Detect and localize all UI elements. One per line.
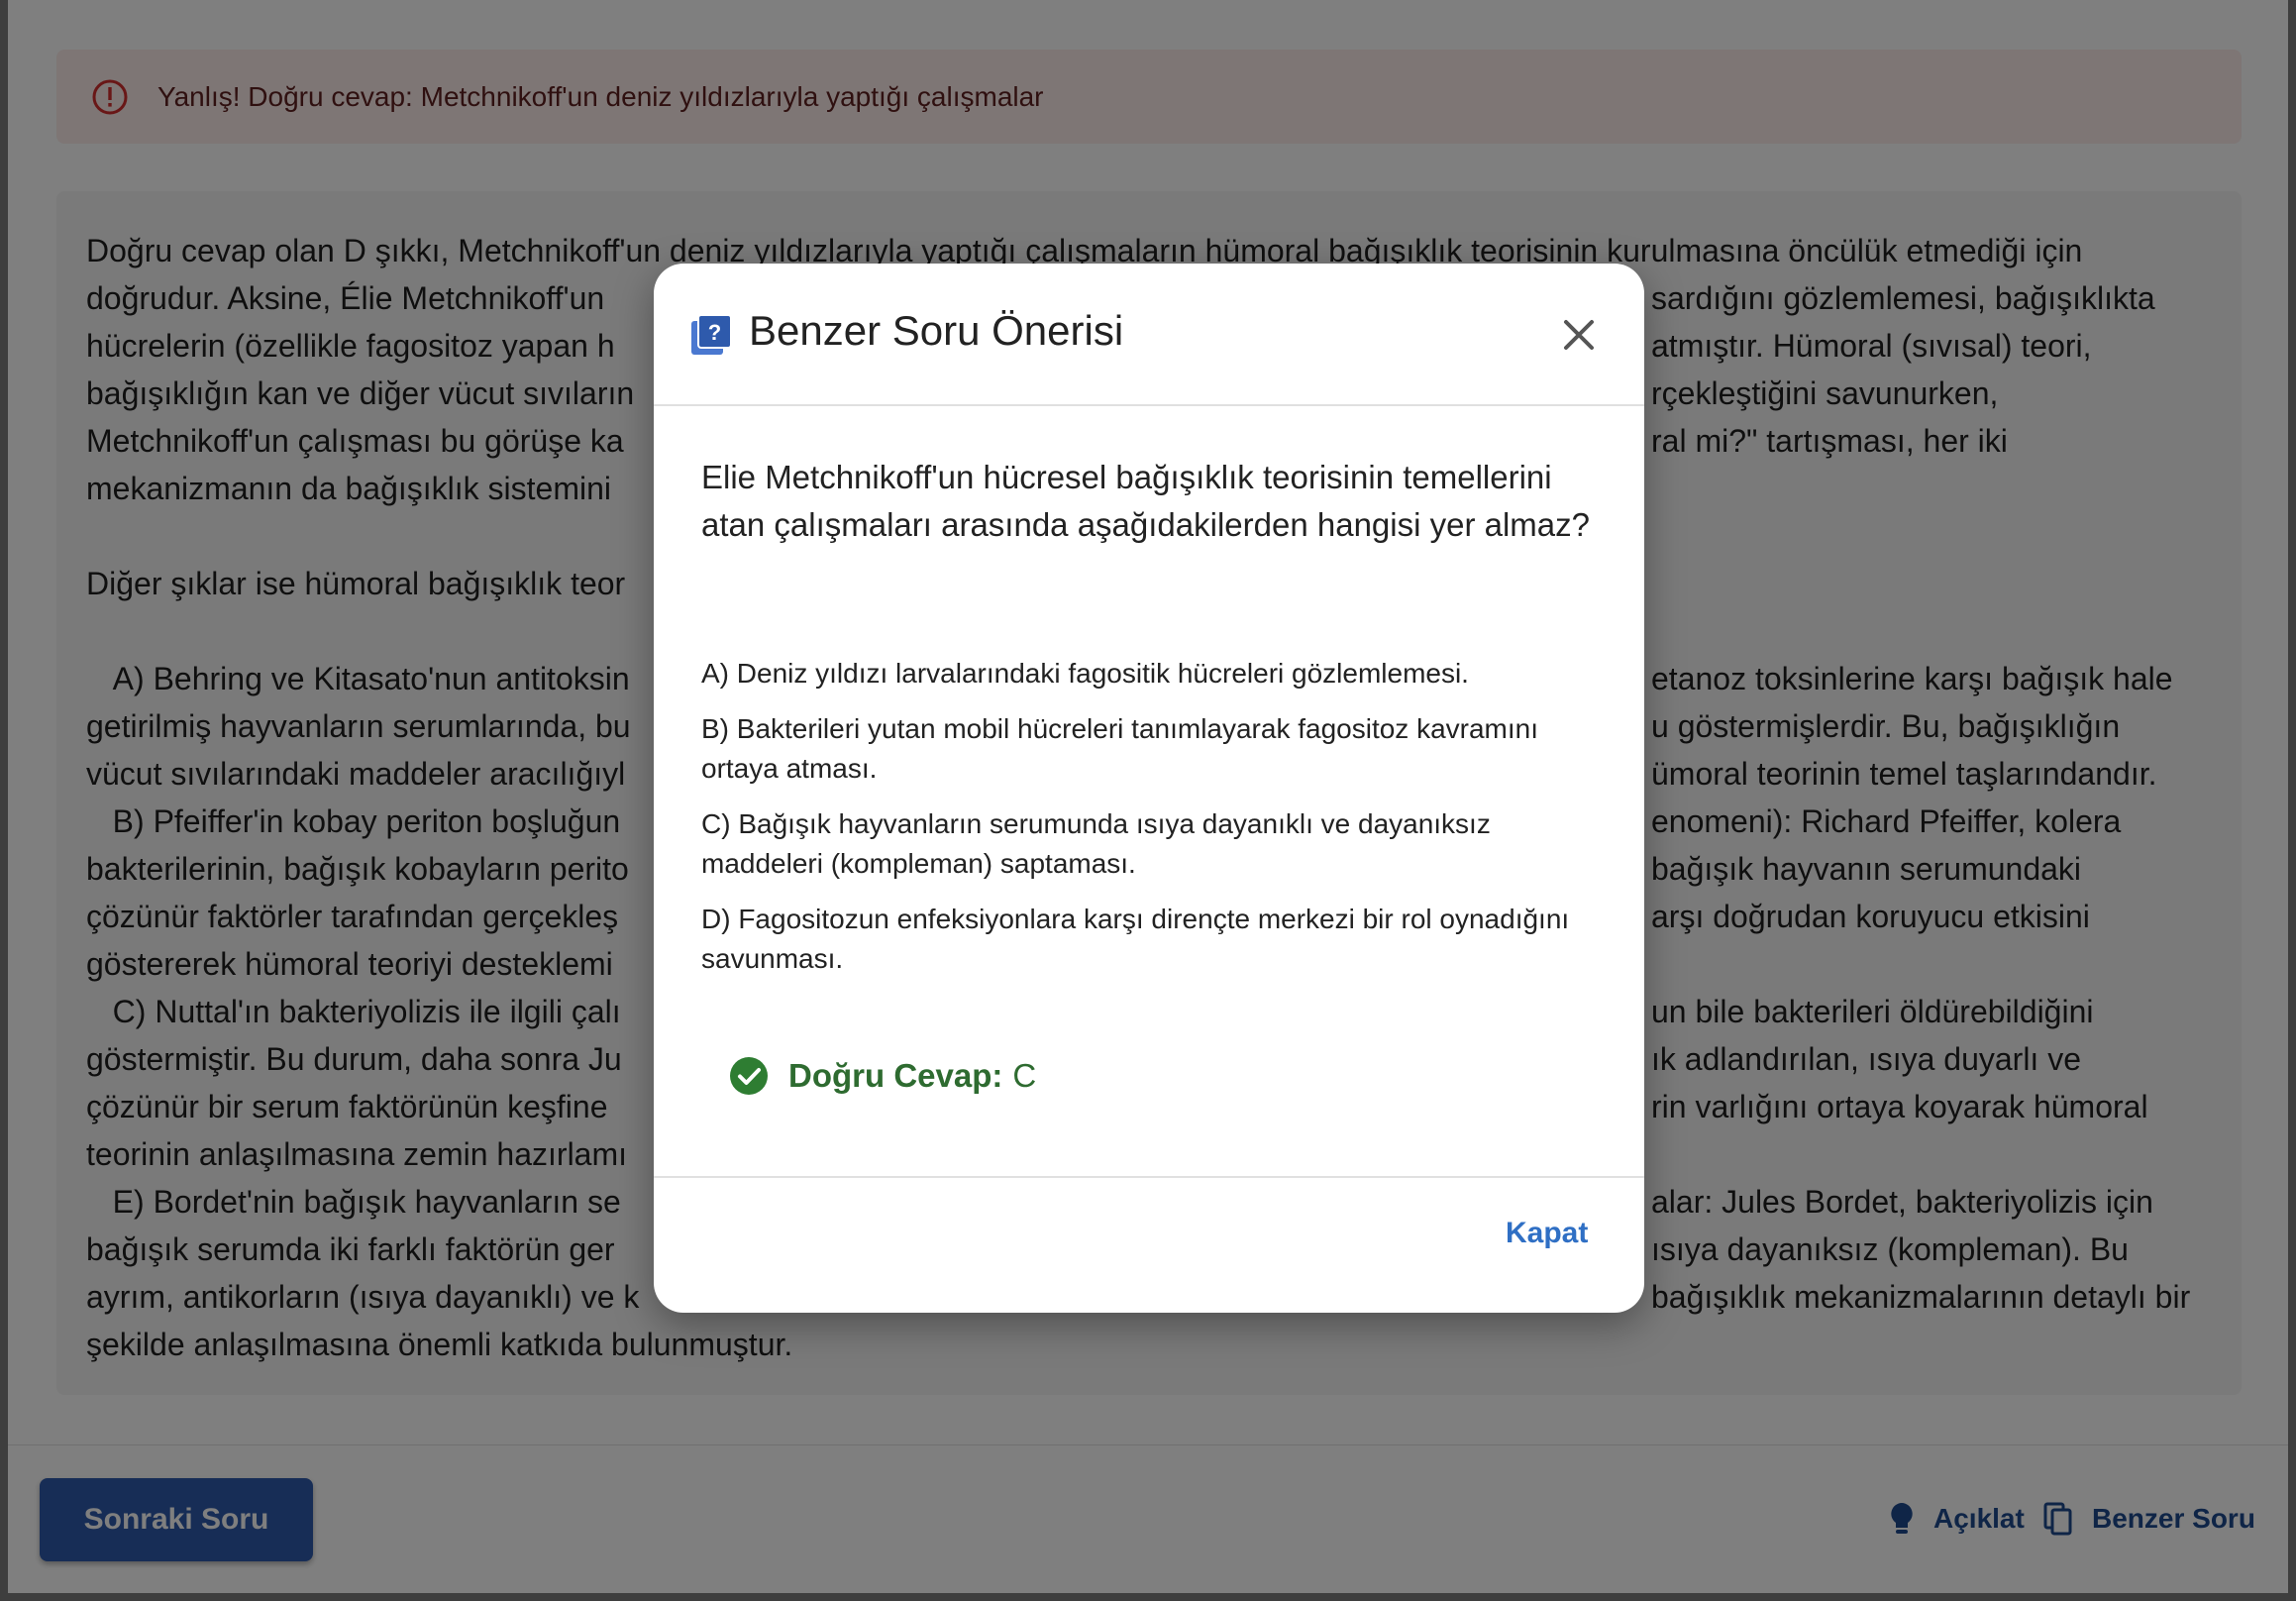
dialog-footer-divider (654, 1176, 1644, 1178)
option-d: D) Fagositozun enfeksiyonlara karşı dire… (701, 904, 1570, 974)
svg-text:?: ? (708, 320, 721, 345)
check-circle-icon (730, 1057, 768, 1095)
correct-answer: Doğru Cevap: C (729, 1056, 1036, 1096)
quiz-icon: ? (689, 313, 733, 362)
dialog-header: ? Benzer Soru Önerisi (654, 264, 1644, 406)
similar-question-dialog: ? Benzer Soru Önerisi Elie Metchnikoff'u… (654, 264, 1644, 1313)
close-icon[interactable] (1551, 307, 1607, 363)
option-c: C) Bağışık hayvanların serumunda ısıya d… (701, 808, 1491, 879)
similar-question-text: Elie Metchnikoff'un hücresel bağışıklık … (701, 459, 1590, 543)
option-a: A) Deniz yıldızı larvalarındaki fagositi… (701, 658, 1469, 689)
answer-value: C (1012, 1057, 1037, 1094)
close-button[interactable]: Kapat (1506, 1217, 1588, 1250)
option-b: B) Bakterileri yutan mobil hücreleri tan… (701, 713, 1539, 784)
answer-label: Doğru Cevap: (788, 1057, 1003, 1094)
dialog-title: Benzer Soru Önerisi (749, 307, 1124, 354)
